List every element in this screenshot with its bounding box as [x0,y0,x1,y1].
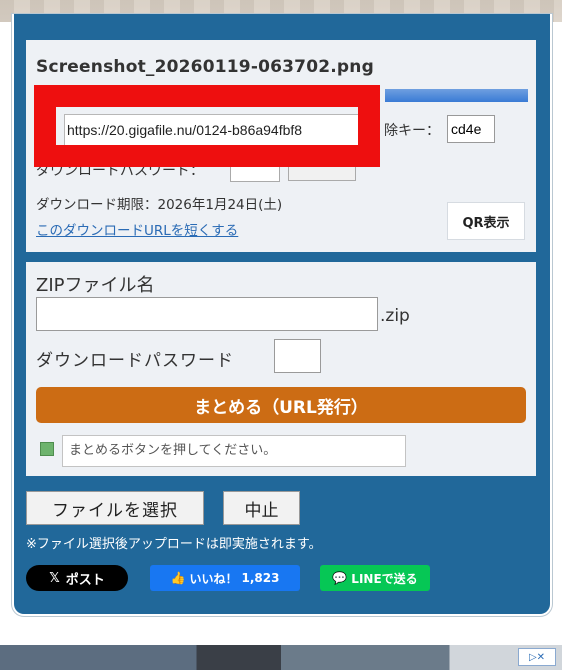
x-logo-icon: 𝕏 [49,570,60,586]
facebook-like-button[interactable]: 👍 いいね！ 1,823 [150,565,300,591]
message-icon [40,442,54,456]
upload-progress-bar [385,89,528,102]
bundle-password-label: ダウンロードパスワード [36,351,234,371]
shorten-url-link[interactable]: このダウンロードURLを短くする [36,219,238,239]
zip-name-label: ZIPファイル名 [36,275,155,296]
thumbs-up-icon: 👍 [170,571,186,585]
line-share-button[interactable]: 💬 LINEで送る [320,565,430,591]
upload-note: ※ファイル選択後アップロードは即実施されます。 [26,537,322,552]
highlight-box [34,85,380,167]
zip-name-input[interactable] [36,297,378,331]
ad-banner[interactable] [0,645,562,670]
page: Screenshot_20260119-063702.png https://2… [0,0,562,670]
bundle-message-field[interactable]: まとめるボタンを押してください。 [62,435,406,467]
x-post-button[interactable]: 𝕏 ポスト [26,565,128,591]
like-label: いいね！ [189,571,238,586]
stop-button[interactable]: 中止 [223,491,300,525]
x-post-label: ポスト [65,572,105,588]
qr-display-button[interactable]: QR表示 [447,202,525,240]
line-label: LINEで送る [351,571,418,586]
delete-key-field[interactable]: cd4e [447,115,495,143]
file-name: Screenshot_20260119-063702.png [36,57,374,77]
bundle-url-button[interactable]: まとめる（URL発行） [36,387,526,423]
bundle-password-input[interactable] [274,339,321,373]
zip-extension: .zip [380,306,410,326]
delete-key-label: 除キー： [384,123,440,139]
download-expiry: ダウンロード期限：2026年1月24日(土) [36,197,283,213]
line-icon: 💬 [332,571,348,585]
like-count: 1,823 [241,571,280,585]
ad-info-icon[interactable]: ▷✕ [518,648,556,666]
select-file-button[interactable]: ファイルを選択 [26,491,204,525]
